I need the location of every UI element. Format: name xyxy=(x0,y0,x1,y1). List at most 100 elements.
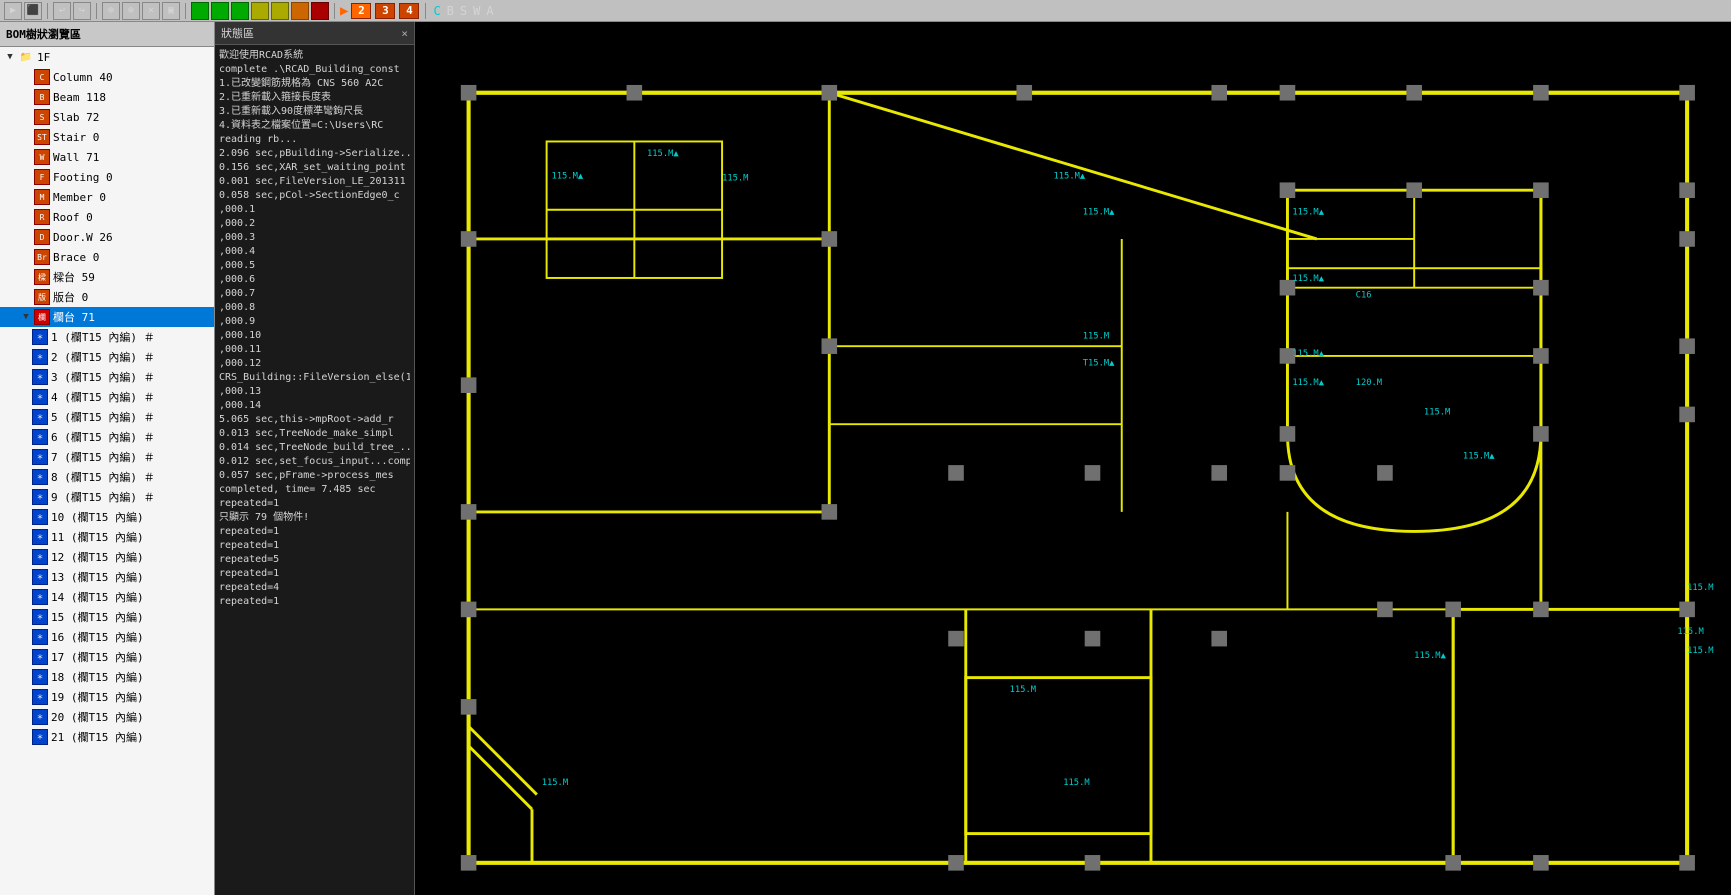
svg-text:115.M: 115.M xyxy=(1687,646,1713,656)
toolbar-btn-3[interactable]: ↩ xyxy=(53,2,71,20)
tree-item-bantai[interactable]: 版 版台 0 xyxy=(0,287,214,307)
tree-item-sub9[interactable]: ＊ 9 (欄T15 內編) ＃ xyxy=(0,487,214,507)
status-line-28: 0.014 sec,TreeNode_build_tree_... xyxy=(219,441,410,455)
toolbar-btn-8[interactable]: ▣ xyxy=(162,2,180,20)
status-line-20: ,000.10 xyxy=(219,329,410,343)
tree-item-sub12[interactable]: ＊ 12 (欄T15 內編) xyxy=(0,547,214,567)
status-line-6: reading rb... xyxy=(219,133,410,147)
tree-item-sub1[interactable]: ＊ 1 (欄T15 內編) ＃ xyxy=(0,327,214,347)
toolbar-btn-5[interactable]: ⊕ xyxy=(102,2,120,20)
status-line-34: 只顯示 79 個物件! xyxy=(219,511,410,525)
status-line-40: repeated=5 xyxy=(219,553,410,567)
letter-b[interactable]: B xyxy=(447,4,454,18)
letter-a[interactable]: A xyxy=(486,4,493,18)
status-content[interactable]: 歡迎使用RCAD系統 complete .\RCAD_Building_cons… xyxy=(215,45,414,895)
svg-text:115.M: 115.M xyxy=(1010,685,1036,695)
toolbar-yellow-2[interactable] xyxy=(271,2,289,20)
tree-item-xiang[interactable]: 樑 樑台 59 xyxy=(0,267,214,287)
toolbar-red-1[interactable] xyxy=(311,2,329,20)
beam-icon: B xyxy=(34,89,50,105)
toolbar-btn-6[interactable]: ⊗ xyxy=(122,2,140,20)
sub21-icon: ＊ xyxy=(32,729,48,745)
tree-item-brace[interactable]: Br Brace 0 xyxy=(0,247,214,267)
sub14-icon: ＊ xyxy=(32,589,48,605)
cad-drawing[interactable]: 115.M▲ 115.M▲ 115.M 115.M▲ 115.M▲ T15.M▲… xyxy=(415,44,1731,895)
svg-text:115.M: 115.M xyxy=(1424,407,1450,417)
status-line-38: repeated=1 xyxy=(219,539,410,553)
tree-item-sub20[interactable]: ＊ 20 (欄T15 內編) xyxy=(0,707,214,727)
toolbar-btn-4[interactable]: ↪ xyxy=(73,2,91,20)
tree-item-roof[interactable]: R Roof 0 xyxy=(0,207,214,227)
status-line-0: 歡迎使用RCAD系統 xyxy=(219,49,410,63)
tree-toggle-beam xyxy=(20,91,32,103)
column-icon: C xyxy=(34,69,50,85)
tree-label-footing: Footing 0 xyxy=(53,171,113,184)
tree-toggle-wall xyxy=(20,151,32,163)
cad-viewport[interactable]: 115.M▲ 115.M▲ 115.M 115.M▲ 115.M▲ T15.M▲… xyxy=(415,22,1731,895)
tree-item-sub16[interactable]: ＊ 16 (欄T15 內編) xyxy=(0,627,214,647)
tree-toggle-stair xyxy=(20,131,32,143)
tree-item-sub15[interactable]: ＊ 15 (欄T15 內編) xyxy=(0,607,214,627)
status-line-3: 2.已重新載入箍接長度表 xyxy=(219,91,410,105)
tree-toggle-luantai[interactable]: ▼ xyxy=(20,311,32,323)
tree-item-sub4[interactable]: ＊ 4 (欄T15 內編) ＃ xyxy=(0,387,214,407)
tree-item-luantai[interactable]: ▼ 欄 欄台 71 xyxy=(0,307,214,327)
status-line-27: 0.013 sec,TreeNode_make_simpl xyxy=(219,427,410,441)
tree-item-doorw[interactable]: D Door.W 26 xyxy=(0,227,214,247)
letter-w[interactable]: W xyxy=(473,4,480,18)
tree-item-sub13[interactable]: ＊ 13 (欄T15 內編) xyxy=(0,567,214,587)
num-tab-3[interactable]: 3 xyxy=(375,3,395,19)
toolbar-green-2[interactable] xyxy=(211,2,229,20)
tree-item-sub18[interactable]: ＊ 18 (欄T15 內編) xyxy=(0,667,214,687)
tree-item-sub11[interactable]: ＊ 11 (欄T15 內編) xyxy=(0,527,214,547)
toolbar-btn-2[interactable]: ⬛ xyxy=(24,2,42,20)
toolbar-btn-7[interactable]: ✕ xyxy=(142,2,160,20)
tree-item-1f[interactable]: ▼ 📁 1F xyxy=(0,47,214,67)
tree-item-slab[interactable]: S Slab 72 xyxy=(0,107,214,127)
toolbar-sep-4 xyxy=(334,3,335,19)
tree-item-stair[interactable]: ST Stair 0 xyxy=(0,127,214,147)
tree-item-sub6[interactable]: ＊ 6 (欄T15 內編) ＃ xyxy=(0,427,214,447)
tree-item-sub5[interactable]: ＊ 5 (欄T15 內編) ＃ xyxy=(0,407,214,427)
tree-item-column[interactable]: C Column 40 xyxy=(0,67,214,87)
sub3-icon: ＊ xyxy=(32,369,48,385)
roof-icon: R xyxy=(34,209,50,225)
tree-item-member[interactable]: M Member 0 xyxy=(0,187,214,207)
svg-text:C16: C16 xyxy=(1356,290,1372,300)
status-line-46: repeated=1 xyxy=(219,595,410,609)
status-line-4: 3.已重新載入90度標準彎鉤尺長 xyxy=(219,105,410,119)
svg-text:115.M: 115.M xyxy=(1063,778,1089,788)
status-close-btn[interactable]: × xyxy=(401,27,408,40)
tree-label-slab: Slab 72 xyxy=(53,111,99,124)
letter-c[interactable]: C xyxy=(433,4,440,18)
tree-content[interactable]: ▼ 📁 1F C Column 40 B Beam 118 S Slab 72 xyxy=(0,47,214,895)
tree-item-sub8[interactable]: ＊ 8 (欄T15 內編) ＃ xyxy=(0,467,214,487)
num-tab-2[interactable]: 2 xyxy=(351,3,371,19)
doorw-icon: D xyxy=(34,229,50,245)
tree-item-sub3[interactable]: ＊ 3 (欄T15 內編) ＃ xyxy=(0,367,214,387)
toolbar-orange-1[interactable] xyxy=(291,2,309,20)
tree-item-sub21[interactable]: ＊ 21 (欄T15 內編) xyxy=(0,727,214,747)
tree-item-sub19[interactable]: ＊ 19 (欄T15 內編) xyxy=(0,687,214,707)
tree-toggle-1f[interactable]: ▼ xyxy=(4,51,16,63)
svg-text:115.M▲: 115.M▲ xyxy=(1463,451,1495,461)
toolbar-green-3[interactable] xyxy=(231,2,249,20)
toolbar-yellow-1[interactable] xyxy=(251,2,269,20)
tree-item-sub14[interactable]: ＊ 14 (欄T15 內編) xyxy=(0,587,214,607)
tree-item-sub10[interactable]: ＊ 10 (欄T15 內編) xyxy=(0,507,214,527)
letter-s[interactable]: S xyxy=(460,4,467,18)
tree-item-beam[interactable]: B Beam 118 xyxy=(0,87,214,107)
tree-item-footing[interactable]: F Footing 0 xyxy=(0,167,214,187)
svg-text:115.M▲: 115.M▲ xyxy=(1414,651,1446,661)
tree-item-wall[interactable]: W Wall 71 xyxy=(0,147,214,167)
sub13-icon: ＊ xyxy=(32,569,48,585)
tree-label-doorw: Door.W 26 xyxy=(53,231,113,244)
tree-item-sub2[interactable]: ＊ 2 (欄T15 內編) ＃ xyxy=(0,347,214,367)
toolbar-green-1[interactable] xyxy=(191,2,209,20)
tree-item-sub7[interactable]: ＊ 7 (欄T15 內編) ＃ xyxy=(0,447,214,467)
toolbar-btn-1[interactable]: ▶ xyxy=(4,2,22,20)
play-indicator: ▶ xyxy=(340,3,348,19)
tree-toggle-xiang xyxy=(20,271,32,283)
tree-item-sub17[interactable]: ＊ 17 (欄T15 內編) xyxy=(0,647,214,667)
num-tab-4[interactable]: 4 xyxy=(399,3,419,19)
